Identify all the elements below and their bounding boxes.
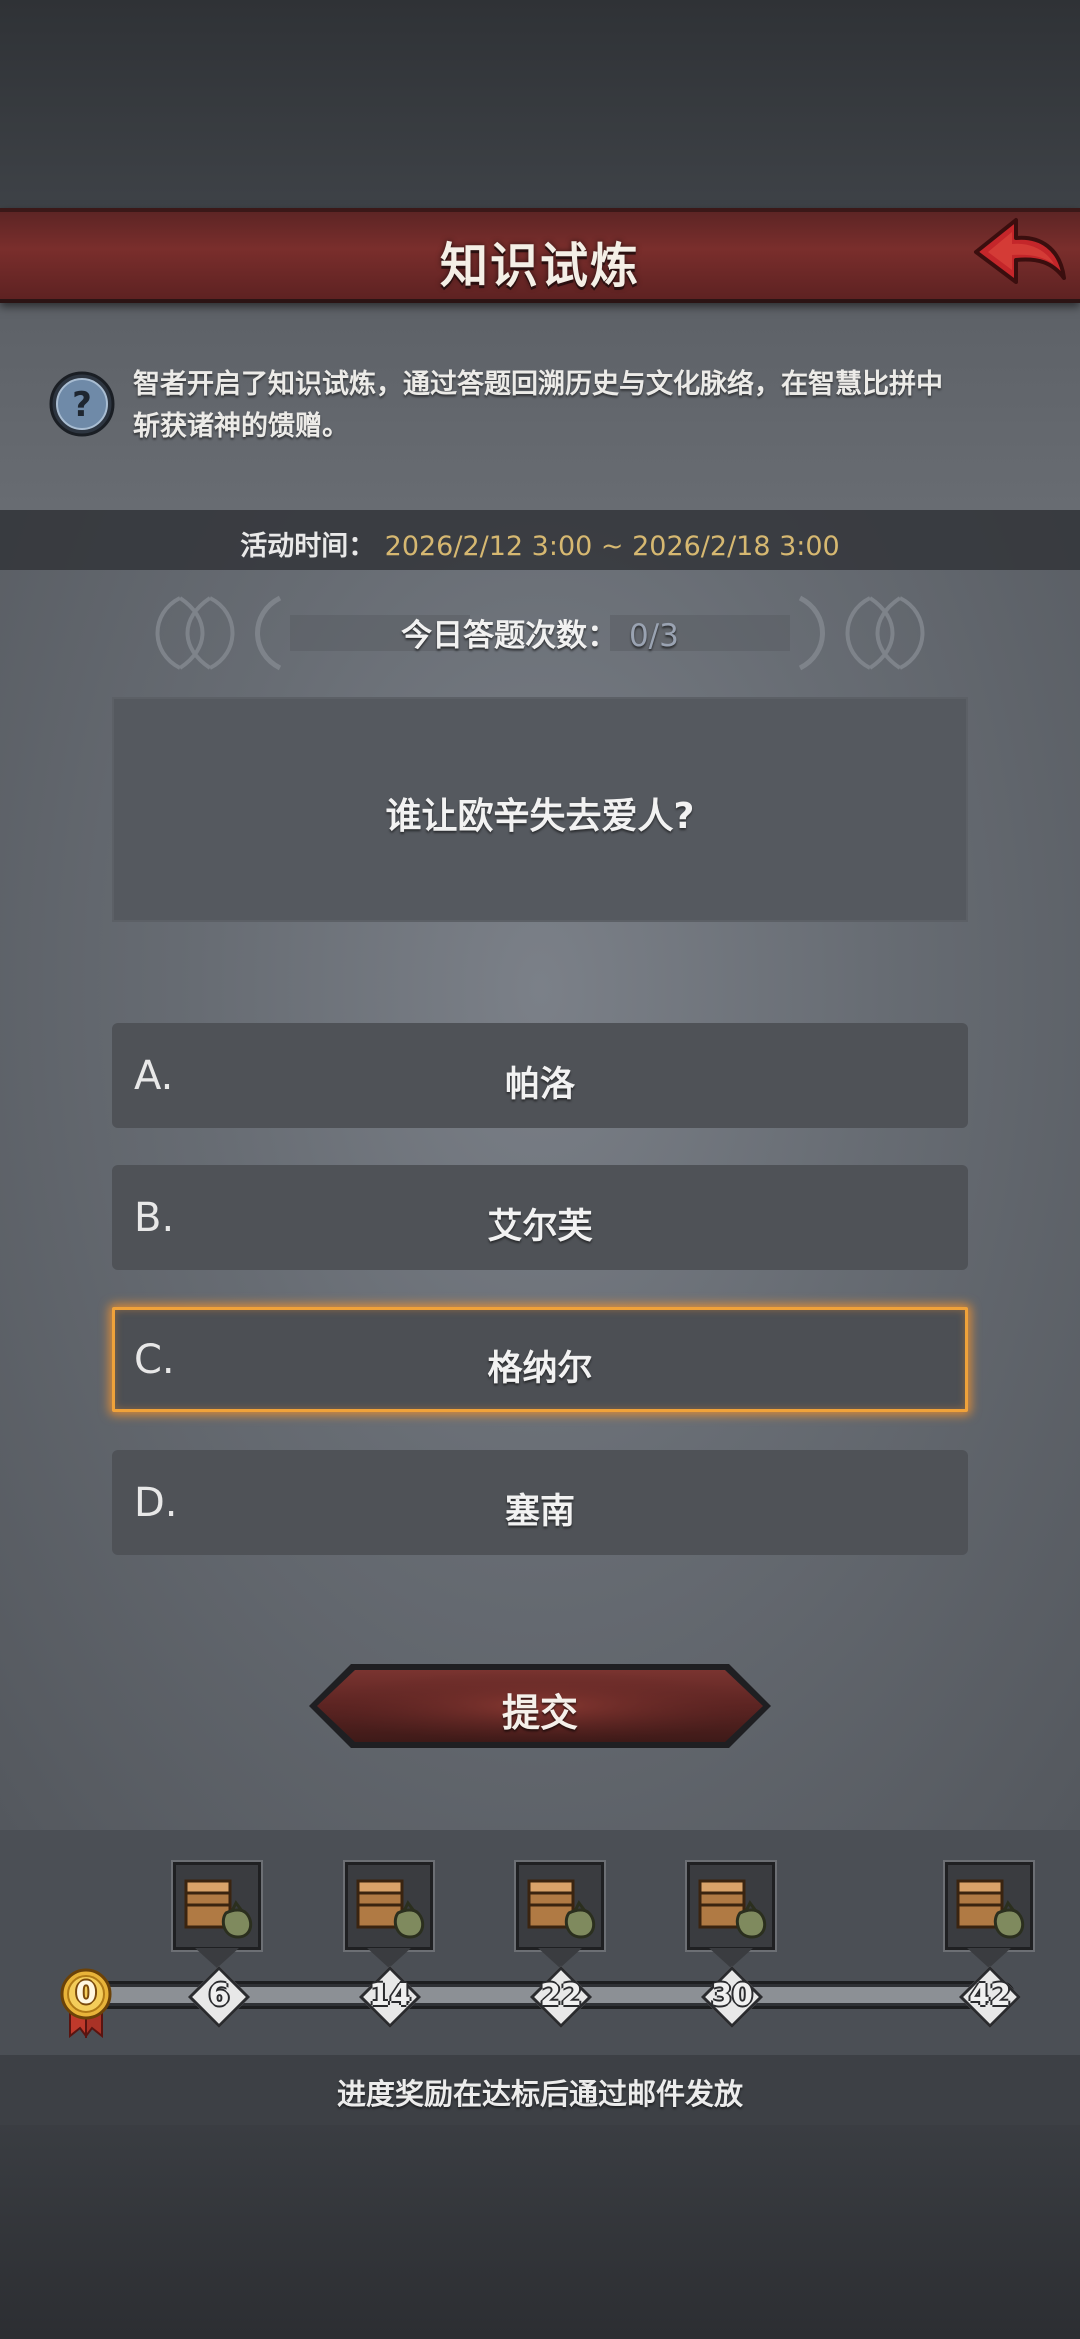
submit-label: 提交	[501, 1691, 578, 1735]
title-bar: 知识试炼	[0, 208, 1080, 303]
milestone-label-14: 14	[369, 1978, 411, 2013]
daily-answer-count: 今日答题次数： 0/3	[0, 610, 1080, 655]
reward-mail-note: 进度奖励在达标后通过邮件发放	[336, 2077, 743, 2111]
page-title: 知识试炼	[439, 238, 640, 294]
milestone-label-6: 6	[208, 1978, 230, 2013]
supply-crate-icon	[698, 1879, 767, 1939]
intro-description: 智者开启了知识试炼，通过答题回溯历史与文化脉络，在智慧比拼中斩获诸神的馈赠。	[133, 369, 943, 442]
reward-chest-42[interactable]	[945, 1862, 1033, 1950]
question-panel: 谁让欧辛失去爱人?	[112, 697, 968, 922]
reward-pointer	[195, 1948, 239, 1968]
question-mark-icon: ?	[49, 371, 115, 437]
milestone-label-22: 22	[540, 1978, 582, 2013]
reward-chest-22[interactable]	[516, 1862, 604, 1950]
footer-strip: 进度奖励在达标后通过邮件发放	[0, 2055, 1080, 2125]
option-c-text: 格纳尔	[487, 1349, 593, 1389]
submit-button[interactable]: 提交	[305, 1660, 775, 1752]
current-progress-value: 0	[75, 1976, 97, 2011]
top-background	[0, 0, 1080, 210]
option-a-button[interactable]: A. 帕洛	[112, 1023, 968, 1128]
bottom-background	[0, 2125, 1080, 2339]
option-b-button[interactable]: B. 艾尔芙	[112, 1165, 968, 1270]
supply-crate-icon	[527, 1879, 596, 1939]
reward-chest-6[interactable]	[173, 1862, 261, 1950]
event-time-label: 活动时间：	[240, 531, 376, 562]
help-button[interactable]: ?	[48, 370, 116, 438]
daily-count-label: 今日答题次数：	[401, 618, 619, 654]
supply-crate-icon	[184, 1879, 253, 1939]
back-button[interactable]	[968, 212, 1068, 292]
option-a-text: 帕洛	[504, 1065, 575, 1105]
daily-count-value: 0/3	[628, 618, 679, 654]
option-b-text: 艾尔芙	[487, 1207, 593, 1247]
option-c-button[interactable]: C. 格纳尔	[112, 1307, 968, 1412]
back-arrow-icon	[974, 218, 1066, 284]
event-time-strip: 活动时间： 2026/2/12 3:00 ~ 2026/2/18 3:00	[0, 510, 1080, 570]
supply-crate-icon	[356, 1879, 425, 1939]
question-text: 谁让欧辛失去爱人?	[385, 796, 695, 837]
supply-crate-icon	[956, 1879, 1025, 1939]
milestone-label-42: 42	[969, 1978, 1011, 2013]
option-d-text: 塞南	[504, 1492, 575, 1532]
milestone-label-30: 30	[711, 1978, 753, 2013]
svg-text:?: ?	[72, 385, 92, 425]
event-time-value: 2026/2/12 3:00 ~ 2026/2/18 3:00	[384, 531, 840, 562]
option-d-button[interactable]: D. 塞南	[112, 1450, 968, 1555]
reward-chest-14[interactable]	[345, 1862, 433, 1950]
reward-chest-30[interactable]	[687, 1862, 775, 1950]
